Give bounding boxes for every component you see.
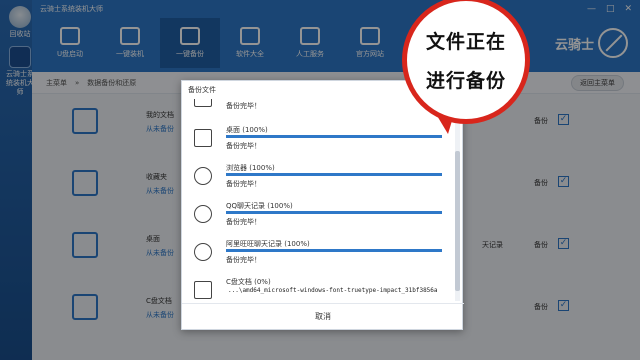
progress-item: QQ聊天记录 (100%) 备份完毕！: [182, 197, 456, 235]
generic-icon: [194, 99, 212, 107]
browser-icon: [194, 167, 212, 185]
progress-bar: [226, 135, 442, 138]
item-status: 备份完毕！: [226, 256, 261, 264]
bubble-line-2: 进行备份: [425, 70, 506, 92]
progress-fill: [226, 249, 442, 252]
progress-fill: [226, 135, 442, 138]
progress-bar: [226, 249, 442, 252]
item-status: 备份完毕！: [226, 218, 261, 226]
monitor-icon: [194, 129, 212, 147]
progress-item: 备份完毕！: [182, 99, 456, 119]
dialog-footer: 取消: [182, 303, 464, 329]
backup-progress-list: 备份完毕！ 桌面 (100%) 备份完毕！ 浏览器 (100%) 备份完毕！ Q…: [182, 99, 456, 301]
item-name: 桌面 (100%): [226, 126, 268, 134]
progress-bar: [226, 173, 442, 176]
qq-icon: [194, 205, 212, 223]
bubble-line-1: 文件正在: [425, 31, 506, 53]
backup-dialog: 备份文件 备份完毕！ 桌面 (100%) 备份完毕！ 浏览器 (100%) 备份…: [181, 80, 464, 330]
progress-bar: [226, 211, 442, 214]
progress-fill: [226, 211, 442, 214]
wangwang-icon: [194, 243, 212, 261]
dialog-scrollbar[interactable]: [455, 99, 460, 301]
cancel-button[interactable]: 取消: [315, 311, 331, 322]
current-file-path: ...\amd64_microsoft-windows-font-truetyp…: [228, 287, 438, 294]
progress-fill: [226, 173, 442, 176]
speech-bubble: 文件正在 进行备份: [402, 0, 530, 124]
item-status: 备份完毕！: [226, 102, 261, 110]
item-status: 备份完毕！: [226, 142, 261, 150]
scrollbar-thumb[interactable]: [455, 151, 460, 291]
item-status: 备份完毕！: [226, 180, 261, 188]
item-name: 浏览器 (100%): [226, 164, 275, 172]
progress-item: 阿里旺旺聊天记录 (100%) 备份完毕！: [182, 235, 456, 273]
progress-item: 浏览器 (100%) 备份完毕！: [182, 159, 456, 197]
item-name: 阿里旺旺聊天记录 (100%): [226, 240, 310, 248]
progress-item: 桌面 (100%) 备份完毕！: [182, 121, 456, 159]
item-name: C盘文档 (0%): [226, 278, 271, 286]
item-name: QQ聊天记录 (100%): [226, 202, 293, 210]
